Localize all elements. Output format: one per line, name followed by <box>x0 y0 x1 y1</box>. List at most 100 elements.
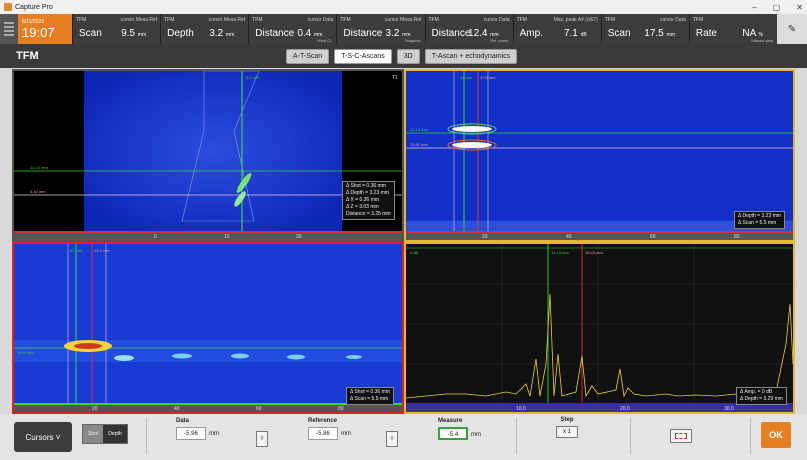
ruler-mark: 10 <box>224 234 230 240</box>
reading-label: Amp. <box>519 28 543 39</box>
panel-bottom-right-ascan[interactable]: 10.0 20.0 30.0 9 dB 12.13 mm 15.43 mm Δ … <box>404 242 795 414</box>
tab-3d[interactable]: 3D <box>396 49 420 64</box>
reading-distance-probe[interactable]: TFM cursor Data Distance 12.4 mm Ref. pr… <box>424 14 513 44</box>
close-button[interactable]: ✕ <box>796 3 803 12</box>
reading-label: Distance <box>343 28 383 39</box>
divider <box>146 418 147 454</box>
divider <box>516 418 517 454</box>
cursor-label: 12.13 mm <box>30 165 48 170</box>
reading-label: Distance <box>255 28 295 39</box>
reading-sub: Max. peak A# (cl67) <box>553 17 598 23</box>
tab-a-t-scan[interactable]: A-T-Scan <box>286 49 330 64</box>
reading-tag: TFM <box>604 17 616 23</box>
reading-scan-cursor[interactable]: TFM cursor Data Scan 17.5 mm <box>600 14 689 44</box>
edit-icon[interactable]: ✎ <box>777 14 807 44</box>
cursor-label: 15.4 mm <box>94 248 110 253</box>
cursors-button[interactable]: Cursors ˅ <box>14 422 72 452</box>
readings-header: 6/11/2023 19:07 TFM cursor Meas.Ref Scan… <box>0 14 807 44</box>
ruler-mark: 20 <box>296 234 302 240</box>
maximize-button[interactable]: ▢ <box>773 3 781 12</box>
reading-list: TFM cursor Meas.Ref Scan 9.5 mm TFM curs… <box>72 14 777 44</box>
data-step-button[interactable]: ◊ <box>256 431 268 447</box>
toggle-shot[interactable]: Shot <box>83 425 104 443</box>
reading-sub: cursor Data <box>660 17 686 23</box>
reading-rate[interactable]: TFM Rate NA % Missed data <box>688 14 777 44</box>
measure-field: Measure -5.4 mm <box>438 418 481 440</box>
reading-tag: TFM <box>340 17 351 23</box>
reading-tag: TFM <box>76 17 87 23</box>
reading-distance-diagonal[interactable]: TFM cursor Meas.Ref Distance 3.2 mm Diag… <box>336 14 424 44</box>
reading-tag: TFM <box>516 17 527 23</box>
cursor-label: 17.5 mm <box>480 75 496 80</box>
reading-label: Depth <box>167 28 194 39</box>
reading-value: 17.5 mm <box>644 28 675 39</box>
panel-bottom-left-cscan[interactable]: 20 40 60 80 12 mm 15.4 mm 9.44 mm Δ Shot… <box>12 242 404 414</box>
window-title: Capture Pro <box>15 3 53 11</box>
cursor-label: 9.44 mm <box>18 350 34 355</box>
reading-sub: cursor Meas.Ref <box>208 17 246 23</box>
reading-sub: cursor Data <box>307 17 334 23</box>
ruler-mark: 20 <box>482 234 488 240</box>
reading-value: 9.5 mm <box>121 28 147 39</box>
ok-button[interactable]: OK <box>761 422 791 448</box>
measurement-info: Δ Depth = 3.23 mm Δ Scan = 5.5 mm <box>734 211 785 229</box>
data-unit: mm <box>209 431 219 437</box>
tab-t-s-c-ascans[interactable]: T-S-C-Ascans <box>334 49 392 64</box>
toggle-depth[interactable]: Depth <box>103 425 127 443</box>
reading-sub: cursor Data <box>483 17 510 23</box>
data-input[interactable]: -5.96 <box>176 427 206 440</box>
reading-scan[interactable]: TFM cursor Meas.Ref Scan 9.5 mm <box>72 14 160 44</box>
clock-panel: 6/11/2023 19:07 <box>18 14 72 44</box>
panel-t-label: T1 <box>392 75 398 81</box>
reading-tag: TFM <box>164 17 175 23</box>
ruler-mark: 60 <box>650 234 656 240</box>
reading-tag: TFM <box>252 17 263 23</box>
ruler-mark: 0 <box>154 234 157 240</box>
cursor-label: 12 mm <box>70 248 83 253</box>
reading-sub: cursor Meas.Ref <box>384 17 422 23</box>
reading-label: Scan <box>79 28 102 39</box>
menu-grid-icon[interactable] <box>0 14 18 44</box>
reading-value: 7.1 dB <box>563 28 587 39</box>
measure-label: Measure <box>438 418 463 424</box>
panel-top-left-tscan[interactable]: 0 10 20 T1 12.13 mm 3.42 mm 2.5 mm Δ Sho… <box>12 69 404 242</box>
cursor-label: 3.42 mm <box>30 189 46 194</box>
reading-foot: Diagonal <box>404 38 421 43</box>
view-toolbar: TFM A-T-Scan T-S-C-Ascans 3D T-Ascan + e… <box>0 44 807 68</box>
ascan-plot: 10.0 20.0 30.0 9 dB 12.13 mm 15.43 mm <box>406 244 793 412</box>
tab-t-ascan-echodynamics[interactable]: T-Ascan + echodynamics <box>424 49 518 64</box>
axis-toggle: Shot Depth <box>82 424 128 444</box>
cursor-label: 9 dB <box>410 250 419 255</box>
cursor-label: 12.13 mm <box>551 250 569 255</box>
reading-amplitude[interactable]: TFM Max. peak A# (cl67) Amp. 7.1 dB <box>512 14 601 44</box>
reference-step-button[interactable]: ◊ <box>386 431 398 447</box>
measurement-info: Δ Amp. = 0 dB Δ Depth = 3.29 mm <box>736 387 787 405</box>
minimize-button[interactable]: – <box>752 3 756 12</box>
zoom-region-icon[interactable] <box>670 429 692 443</box>
ruler-mark: 40 <box>174 406 180 412</box>
reading-distance-weld[interactable]: TFM cursor Data Distance 0.4 mm Weld CL <box>248 14 336 44</box>
reading-label: Distance <box>431 28 471 39</box>
view-tabs: A-T-Scan T-S-C-Ascans 3D T-Ascan + echod… <box>286 49 518 64</box>
measure-input[interactable]: -5.4 <box>438 427 468 440</box>
time-label: 19:07 <box>22 24 55 40</box>
reading-foot: Weld CL <box>317 38 333 43</box>
step-control: Step x 1 <box>556 417 578 438</box>
data-label: Data <box>176 418 190 424</box>
reading-depth[interactable]: TFM cursor Meas.Ref Depth 3.2 mm <box>160 14 248 44</box>
reference-label: Reference <box>308 418 338 424</box>
measurement-info: Δ Shot = 0.36 mm Δ Depth = 3.23 mm Δ X =… <box>342 181 395 220</box>
reading-label: Rate <box>695 28 717 39</box>
cursor-label: 12 mm <box>460 75 473 80</box>
app-icon <box>4 3 12 11</box>
step-button[interactable]: x 1 <box>556 426 578 438</box>
panel-top-right-bscan[interactable]: 20 40 60 80 12.13 mm 15.41 mm 12 mm 17.5… <box>404 69 795 242</box>
measurement-info: Δ Shot = 0.36 mm Δ Scan = 5.5 mm <box>346 387 394 405</box>
cursor-label: 12.13 mm <box>410 127 428 132</box>
cursor-control-bar: Cursors ˅ Shot Depth Data -5.96 mm ◊ Refe… <box>0 414 807 460</box>
reference-unit: mm <box>341 431 351 437</box>
reference-input[interactable]: -5.86 <box>308 427 338 440</box>
step-label: Step <box>560 417 574 423</box>
reading-tag: TFM <box>428 17 439 23</box>
reading-value: 3.2 mm <box>209 28 235 39</box>
